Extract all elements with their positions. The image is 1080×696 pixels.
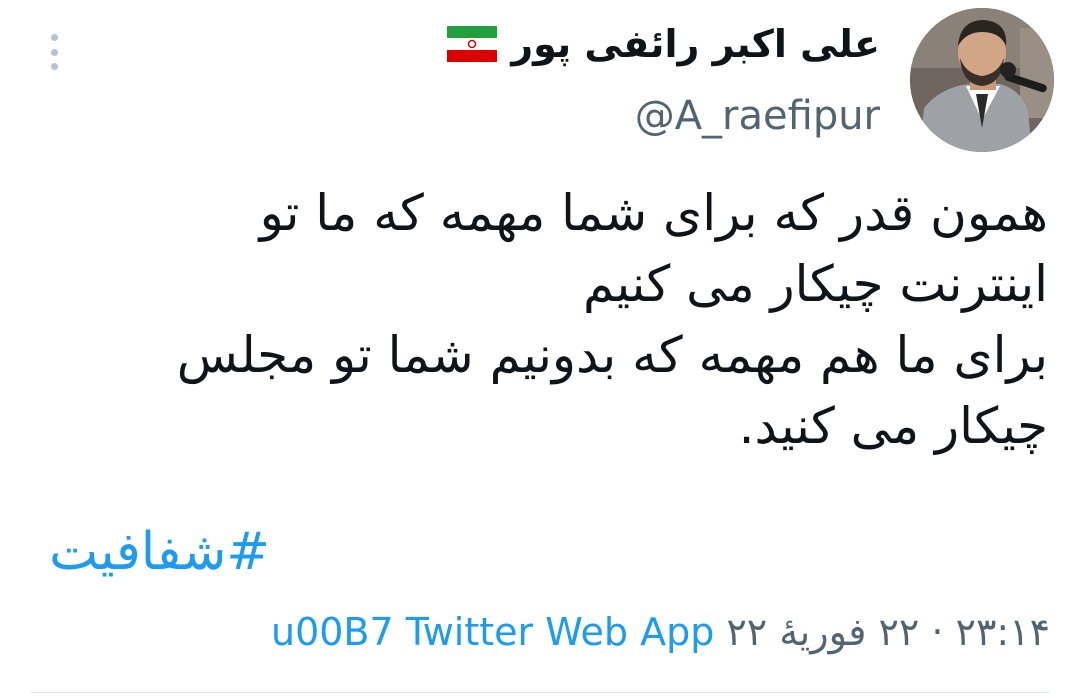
- divider: [30, 692, 1050, 693]
- name-row: علی اکبر رائفی پور: [447, 14, 880, 74]
- tweet-meta: ۲۳:۱۴ · ۲۲ فوریهٔ ۲۲ u00B7 Twitter Web A…: [271, 606, 1050, 658]
- tweet-card: علی اکبر رائفی پور @A_raefipur همون قدر …: [0, 0, 1080, 696]
- tweet-header: علی اکبر رائفی پور @A_raefipur: [447, 14, 880, 144]
- display-name[interactable]: علی اکبر رائفی پور: [511, 14, 880, 74]
- avatar[interactable]: [910, 8, 1054, 152]
- tweet-text: همون قدر که برای شما مهمه که ما تو اینتر…: [176, 184, 1048, 455]
- source-app: Twitter Web App: [405, 610, 715, 654]
- source-link[interactable]: u00B7 Twitter Web App: [271, 606, 714, 658]
- iran-flag-icon: [447, 26, 498, 62]
- hashtag-link[interactable]: #شفافیت: [49, 522, 270, 582]
- user-handle[interactable]: @A_raefipur: [635, 88, 880, 144]
- profile-photo-icon: [910, 8, 1054, 152]
- timestamp[interactable]: ۲۳:۱۴ · ۲۲ فوریهٔ ۲۲: [726, 606, 1050, 658]
- more-dot: [50, 34, 58, 41]
- more-options-button[interactable]: [40, 30, 68, 74]
- more-dot: [50, 48, 58, 56]
- source-separator-text: u00B7: [270, 610, 394, 654]
- more-dot: [50, 63, 58, 70]
